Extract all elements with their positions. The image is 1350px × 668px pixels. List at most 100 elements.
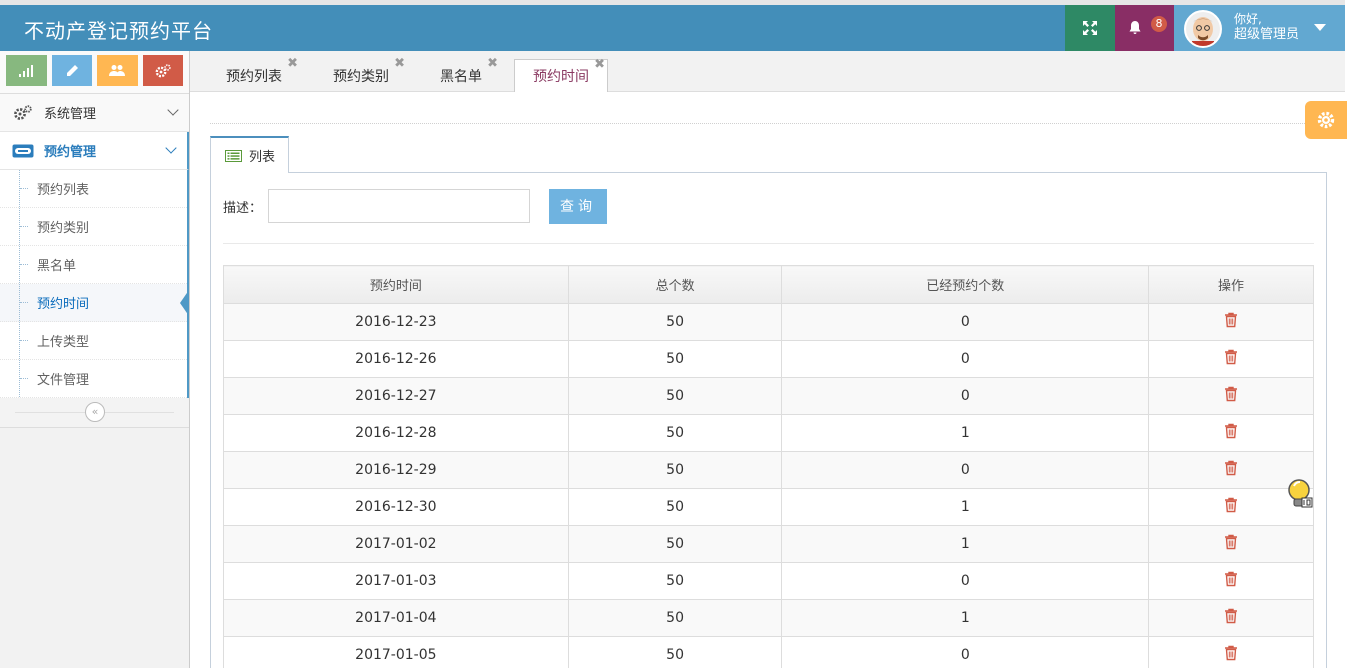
submenu-list: 预约列表 预约类别 黑名单 预约时间 上传类型 文件管理 [0,170,189,398]
username-text: 超级管理员 [1234,27,1300,42]
lightbulb-icon[interactable] [1285,478,1313,514]
tab-appointment-time[interactable]: 预约时间 ✖ [514,57,608,93]
fullscreen-button[interactable] [1065,5,1115,51]
column-header-total[interactable]: 总个数 [567,265,783,304]
tab-label: 预约时间 [533,69,589,85]
cogs-icon [155,63,171,77]
cell-total: 50 [567,303,783,341]
cell-total: 50 [567,377,783,415]
cell-actions [1148,636,1314,668]
tab-appointment-category[interactable]: 预约类别 ✖ [315,56,407,92]
table-row: 2016-12-23 50 0 [223,303,1314,341]
greeting-text: 你好, [1234,12,1262,26]
column-header-time[interactable]: 预约时间 [223,265,569,304]
cell-total: 50 [567,340,783,378]
tab-appointment-list[interactable]: 预约列表 ✖ [208,56,300,92]
sidebar-shortcuts [0,51,189,94]
cell-time: 2016-12-29 [223,451,569,489]
submenu-item-appointment-list[interactable]: 预约列表 [0,170,187,208]
submenu-item-appointment-category[interactable]: 预约类别 [0,208,187,246]
cell-booked: 1 [781,599,1150,637]
submenu-item-blacklist[interactable]: 黑名单 [0,246,187,284]
settings-toggle-button[interactable] [1305,101,1347,139]
cell-actions [1148,599,1314,637]
cell-booked: 1 [781,488,1150,526]
table-row: 2017-01-04 50 1 [223,599,1314,637]
table-row: 2017-01-03 50 0 [223,562,1314,600]
cell-total: 50 [567,636,783,668]
nav-system-management[interactable]: 系统管理 [0,94,189,132]
trash-icon[interactable] [1224,423,1238,443]
submenu-item-appointment-time[interactable]: 预约时间 [0,284,189,322]
cell-time: 2017-01-05 [223,636,569,668]
table-row: 2017-01-05 50 0 [223,636,1314,668]
bell-icon [1129,21,1140,34]
description-input[interactable] [268,189,531,223]
table-row: 2016-12-28 50 1 [223,414,1314,452]
cell-booked: 1 [781,414,1150,452]
cell-total: 50 [567,599,783,637]
close-icon[interactable]: ✖ [287,56,298,71]
trash-icon[interactable] [1224,645,1238,665]
cell-time: 2016-12-23 [223,303,569,341]
main-content: 列表 描述： 查询 预约时间 总个数 已经预约个数 操作 2016-12-23 5… [190,92,1347,668]
panel-tab-list[interactable]: 列表 [210,136,289,173]
search-form: 描述： 查询 [223,188,608,224]
trash-icon[interactable] [1224,349,1238,369]
user-menu[interactable]: 你好, 超级管理员 [1174,5,1345,51]
cell-actions [1148,525,1314,563]
list-icon [225,149,242,162]
table-row: 2016-12-27 50 0 [223,377,1314,415]
shortcut-stats-button[interactable] [6,55,47,86]
notification-badge: 8 [1151,16,1167,32]
sidebar: 系统管理 预约管理 预约列表 预约类别 黑名单 预约时间 上传类型 文件管理 « [0,51,190,668]
double-chevron-left-icon[interactable]: « [85,402,105,422]
query-button[interactable]: 查询 [549,188,608,224]
panel-tab-label: 列表 [249,150,276,165]
cell-booked: 1 [781,525,1150,563]
submenu-label: 文件管理 [37,373,90,388]
close-icon[interactable]: ✖ [394,56,405,71]
active-indicator [180,290,189,316]
nav-label: 预约管理 [44,145,97,160]
column-header-booked[interactable]: 已经预约个数 [781,265,1150,304]
notifications-button[interactable]: 8 [1115,5,1174,51]
cell-time: 2016-12-28 [223,414,569,452]
trash-icon[interactable] [1224,460,1238,480]
close-icon[interactable]: ✖ [487,56,498,71]
trash-icon[interactable] [1224,497,1238,517]
list-panel: 描述： 查询 预约时间 总个数 已经预约个数 操作 2016-12-23 50 0 2… [210,172,1327,668]
cell-total: 50 [567,525,783,563]
nav-appointment-management[interactable]: 预约管理 [0,132,189,170]
submenu-item-upload-type[interactable]: 上传类型 [0,322,187,360]
shortcut-edit-button[interactable] [51,55,92,86]
trash-icon[interactable] [1224,608,1238,628]
submenu-label: 预约时间 [37,297,90,312]
users-icon [109,65,126,76]
credit-card-icon [12,142,34,160]
table-row: 2017-01-02 50 1 [223,525,1314,563]
top-navbar: 不动产登记预约平台 8 你好, 超级管理员 [0,0,1345,51]
cell-time: 2016-12-30 [223,488,569,526]
page-tabs-bar: 预约列表 ✖ 预约类别 ✖ 黑名单 ✖ 预约时间 ✖ [190,51,1345,93]
tab-blacklist[interactable]: 黑名单 ✖ [422,56,500,92]
description-label: 描述： [223,200,263,216]
shortcut-settings-button[interactable] [142,55,183,86]
cell-booked: 0 [781,562,1150,600]
cell-total: 50 [567,488,783,526]
trash-icon[interactable] [1224,386,1238,406]
trash-icon[interactable] [1224,312,1238,332]
trash-icon[interactable] [1224,534,1238,554]
shortcut-users-button[interactable] [97,55,138,86]
gear-icon [1317,111,1335,129]
cell-booked: 0 [781,377,1150,415]
cell-actions [1148,414,1314,452]
trash-icon[interactable] [1224,571,1238,591]
submenu-label: 预约类别 [37,221,90,236]
expand-icon [1083,21,1097,35]
cell-actions [1148,562,1314,600]
submenu-item-file-management[interactable]: 文件管理 [0,360,187,398]
app-title[interactable]: 不动产登记预约平台 [24,15,213,44]
close-icon[interactable]: ✖ [594,57,605,72]
caret-down-icon [1314,24,1326,31]
